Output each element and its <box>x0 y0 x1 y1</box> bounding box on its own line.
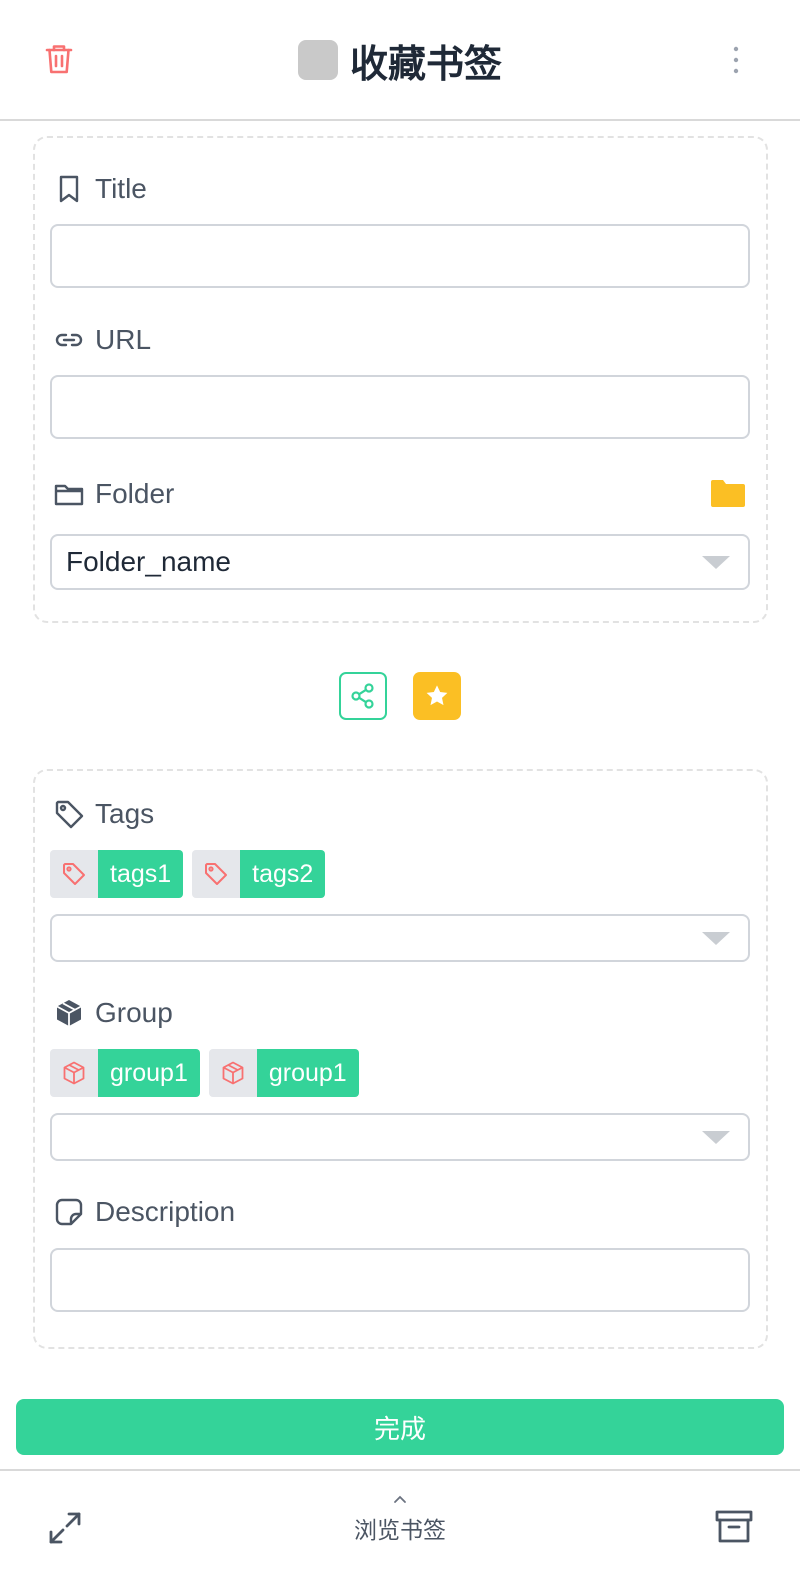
bookmark-meta-panel: Tags tags1 tags2 Group group1 group1 Des… <box>33 769 768 1349</box>
folder-field-label: Folder <box>53 474 174 514</box>
browse-bookmarks-button[interactable]: 浏览书签 <box>0 1493 800 1545</box>
chevron-up-icon <box>394 1495 406 1503</box>
title-field-label: Title <box>53 169 147 209</box>
title-input[interactable] <box>50 224 750 288</box>
action-buttons <box>0 672 800 722</box>
link-icon <box>55 333 83 347</box>
tag-chip-label: tags2 <box>240 850 326 898</box>
url-input[interactable] <box>50 375 750 439</box>
app-header: 收藏书签 <box>0 0 800 121</box>
tag-chip[interactable]: tags2 <box>192 850 326 898</box>
app-logo <box>297 40 338 80</box>
group-chips: group1 group1 <box>50 1049 359 1097</box>
tag-chip-icon <box>192 850 241 898</box>
chevron-down-icon <box>702 556 730 569</box>
done-button[interactable]: 完成 <box>16 1399 784 1455</box>
description-field-label: Description <box>53 1192 235 1232</box>
description-input[interactable] <box>50 1248 750 1312</box>
page-title: 收藏书签 <box>349 41 502 86</box>
header-title-group: 收藏书签 <box>0 34 800 86</box>
group-chip-label: group1 <box>98 1049 200 1097</box>
group-chip[interactable]: group1 <box>208 1049 359 1097</box>
sticky-note-icon <box>55 1198 83 1226</box>
folder-label-text: Folder <box>95 478 175 509</box>
tag-chips: tags1 tags2 <box>50 850 326 898</box>
title-label-text: Title <box>95 173 147 204</box>
share-button[interactable] <box>339 672 387 720</box>
description-label-text: Description <box>95 1196 236 1227</box>
star-icon <box>426 685 448 706</box>
group-chip[interactable]: group1 <box>50 1049 200 1097</box>
group-field-label: Group <box>53 993 173 1033</box>
share-icon <box>351 683 374 709</box>
url-field-label: URL <box>53 320 151 360</box>
cube-icon <box>56 1000 82 1026</box>
group-select[interactable] <box>50 1113 750 1161</box>
tag-icon <box>55 800 84 829</box>
folder-picker-icon[interactable] <box>710 478 746 508</box>
tag-chip[interactable]: tags1 <box>50 850 184 898</box>
folder-outline-icon <box>54 484 84 506</box>
folder-select[interactable]: Folder_name <box>50 534 750 590</box>
favorite-button[interactable] <box>413 672 461 720</box>
bottom-bar: 浏览书签 <box>0 1469 800 1580</box>
tags-select[interactable] <box>50 914 750 962</box>
group-chip-label: group1 <box>256 1049 359 1097</box>
bookmark-basic-panel: Title URL Folder Folder_name <box>33 136 768 623</box>
tag-chip-label: tags1 <box>98 850 184 898</box>
archive-box-icon[interactable] <box>714 1509 754 1545</box>
url-label-text: URL <box>95 324 152 355</box>
group-chip-icon <box>50 1049 98 1097</box>
tags-field-label: Tags <box>53 794 154 834</box>
group-label-text: Group <box>95 997 173 1028</box>
folder-select-value: Folder_name <box>66 546 231 577</box>
bookmark-icon <box>59 175 79 203</box>
group-chip-icon <box>208 1049 257 1097</box>
browse-bookmarks-label: 浏览书签 <box>354 1518 446 1544</box>
tags-label-text: Tags <box>95 798 155 829</box>
more-options-icon[interactable] <box>725 44 747 76</box>
chevron-down-icon <box>702 1131 730 1144</box>
chevron-down-icon <box>702 932 730 945</box>
tag-chip-icon <box>50 850 98 898</box>
